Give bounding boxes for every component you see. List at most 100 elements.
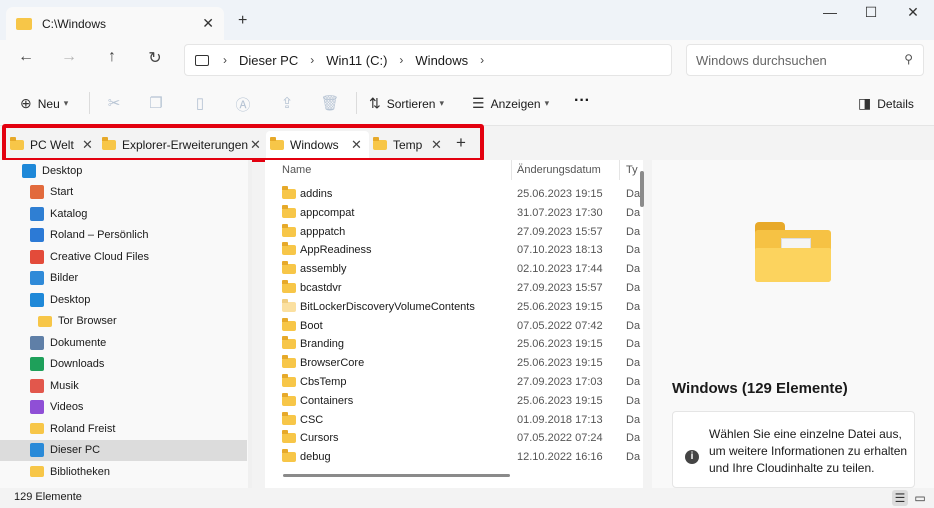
column-header-date[interactable]: Änderungsdatum bbox=[517, 160, 601, 180]
chevron-right-icon[interactable]: › bbox=[480, 53, 484, 67]
breadcrumb-dieser-pc[interactable]: Dieser PC bbox=[239, 53, 298, 68]
sidebar-item[interactable]: Bibliotheken bbox=[0, 461, 247, 482]
file-row[interactable]: bcastdvr 27.09.2023 15:57 Da bbox=[265, 279, 643, 297]
file-name: Cursors bbox=[300, 432, 339, 445]
sort-button[interactable]: ⇅ Sortieren ▾ bbox=[369, 95, 444, 112]
sidebar-item[interactable]: Start bbox=[0, 182, 247, 203]
file-name: Boot bbox=[300, 319, 323, 332]
file-date: 25.06.2023 19:15 bbox=[517, 394, 603, 407]
folder-icon bbox=[282, 449, 296, 463]
details-button[interactable]: ◨ Details bbox=[858, 95, 914, 112]
file-type: Da bbox=[626, 376, 641, 388]
file-row[interactable]: appcompat 31.07.2023 17:30 Da bbox=[265, 204, 643, 222]
file-name: addins bbox=[300, 188, 333, 200]
share-icon[interactable]: ⇪ bbox=[277, 94, 297, 112]
sidebar-item-label: Dokumente bbox=[50, 336, 107, 349]
file-date: 25.06.2023 19:15 bbox=[517, 357, 603, 370]
close-window-button[interactable]: ✕ bbox=[898, 4, 928, 21]
sidebar-item[interactable]: Creative Cloud Files bbox=[0, 246, 247, 267]
copy-icon[interactable]: ❐ bbox=[146, 94, 166, 112]
folder-icon bbox=[282, 317, 296, 331]
file-row[interactable]: BrowserCore 25.06.2023 19:15 Da bbox=[265, 354, 643, 372]
tiles-view-icon[interactable]: ▭ bbox=[912, 490, 928, 506]
file-row[interactable]: Branding 25.06.2023 19:15 Da bbox=[265, 335, 643, 353]
new-button[interactable]: ⊕ Neu ▾ bbox=[20, 95, 68, 112]
delete-icon[interactable]: 🗑︎ bbox=[320, 94, 340, 112]
breadcrumb-win11[interactable]: Win11 (C:) bbox=[326, 53, 387, 68]
sidebar-item[interactable]: Tor Browser bbox=[0, 311, 247, 332]
folder-icon bbox=[282, 298, 296, 312]
file-date: 02.10.2023 17:44 bbox=[517, 263, 603, 276]
file-row[interactable]: CbsTemp 27.09.2023 17:03 Da bbox=[265, 373, 643, 391]
maximize-button[interactable]: ☐ bbox=[856, 4, 886, 21]
more-options-button[interactable]: ··· bbox=[574, 92, 590, 110]
window-tab[interactable]: C:\Windows ✕ bbox=[6, 7, 224, 40]
file-type: Da bbox=[626, 282, 641, 294]
item-count: 129 Elemente bbox=[14, 491, 82, 503]
sidebar-item[interactable]: Katalog bbox=[0, 203, 247, 224]
file-date: 31.07.2023 17:30 bbox=[517, 206, 603, 219]
sidebar-item[interactable]: Videos bbox=[0, 397, 247, 418]
rename-icon[interactable]: Ⓐ bbox=[233, 94, 253, 115]
sidebar-item[interactable]: Musik bbox=[0, 375, 247, 396]
paste-icon[interactable]: ▯ bbox=[190, 94, 210, 112]
file-type: Da bbox=[626, 300, 641, 313]
sidebar-item-label: Bilder bbox=[50, 272, 79, 284]
search-input[interactable]: Windows durchsuchen ⚲ bbox=[686, 44, 924, 76]
file-name: bcastdvr bbox=[300, 282, 342, 294]
address-bar[interactable]: › Dieser PC › Win11 (C:) › Windows › bbox=[184, 44, 672, 76]
sidebar-item-label: Downloads bbox=[50, 358, 105, 370]
folder-icon bbox=[282, 204, 296, 218]
file-row[interactable]: AppReadiness 07.10.2023 18:13 Da bbox=[265, 241, 643, 259]
refresh-button[interactable]: ↻ bbox=[143, 48, 167, 68]
details-title: Windows (129 Elemente) bbox=[672, 380, 848, 397]
sidebar-item[interactable]: Desktop bbox=[0, 160, 247, 181]
column-header-type[interactable]: Ty bbox=[626, 160, 638, 180]
sidebar-scrollbar[interactable] bbox=[248, 160, 252, 488]
gallery-icon bbox=[30, 206, 44, 221]
file-list-vertical-scrollbar[interactable] bbox=[640, 171, 644, 207]
column-divider[interactable] bbox=[619, 160, 620, 180]
sidebar-item[interactable]: Downloads bbox=[0, 354, 247, 375]
file-row[interactable]: Boot 07.05.2022 07:42 Da bbox=[265, 317, 643, 335]
sidebar-item[interactable]: Roland Freist bbox=[0, 418, 247, 439]
window-tab-title: C:\Windows bbox=[42, 16, 107, 31]
view-button[interactable]: ☰ Anzeigen ▾ bbox=[472, 95, 549, 112]
column-header-name[interactable]: Name bbox=[282, 160, 311, 180]
file-row[interactable]: CSC 01.09.2018 17:13 Da bbox=[265, 411, 643, 429]
new-label: Neu bbox=[37, 96, 60, 111]
sidebar-item[interactable]: Desktop bbox=[0, 289, 247, 310]
view-icon: ☰ bbox=[472, 95, 485, 111]
back-button[interactable]: ← bbox=[14, 48, 38, 66]
file-row[interactable]: BitLockerDiscoveryVolumeContents 25.06.20… bbox=[265, 298, 643, 316]
file-row[interactable]: Containers 25.06.2023 19:15 Da bbox=[265, 392, 643, 410]
file-name: debug bbox=[300, 451, 331, 464]
details-view-icon[interactable]: ☰ bbox=[892, 490, 908, 506]
file-date: 07.05.2022 07:42 bbox=[517, 319, 603, 332]
file-type: Da bbox=[626, 338, 641, 351]
file-name: appcompat bbox=[300, 206, 355, 219]
cut-icon[interactable]: ✂ bbox=[104, 94, 124, 112]
file-name: CbsTemp bbox=[300, 376, 347, 388]
sidebar-item[interactable]: Dieser PC bbox=[0, 439, 247, 461]
file-row[interactable]: Cursors 07.05.2022 07:24 Da bbox=[265, 429, 643, 447]
column-divider[interactable] bbox=[511, 160, 512, 180]
forward-button[interactable]: → bbox=[57, 48, 81, 66]
address-row: ← → ↑ ↻ › Dieser PC › Win11 (C:) › Windo… bbox=[0, 40, 934, 80]
file-row[interactable]: apppatch 27.09.2023 15:57 Da bbox=[265, 223, 643, 241]
up-button[interactable]: ↑ bbox=[100, 48, 124, 66]
file-type: Da bbox=[626, 206, 641, 219]
sidebar-item-label: Tor Browser bbox=[58, 315, 117, 327]
new-tab-button[interactable]: + bbox=[238, 12, 247, 30]
close-tab-icon[interactable]: ✕ bbox=[202, 15, 214, 32]
sidebar-item[interactable]: Bilder bbox=[0, 268, 247, 289]
videos-icon bbox=[30, 400, 44, 414]
breadcrumb-windows[interactable]: Windows bbox=[415, 53, 468, 68]
sidebar-item[interactable]: Roland – Persönlich bbox=[0, 225, 247, 246]
file-row[interactable]: assembly 02.10.2023 17:44 Da bbox=[265, 260, 643, 278]
file-row[interactable]: addins 25.06.2023 19:15 Da bbox=[265, 185, 643, 203]
file-row[interactable]: debug 12.10.2022 16:16 Da bbox=[265, 448, 643, 466]
sidebar-item[interactable]: Dokumente bbox=[0, 332, 247, 353]
minimize-button[interactable]: — bbox=[815, 4, 845, 20]
file-list-horizontal-scrollbar[interactable] bbox=[283, 474, 510, 477]
